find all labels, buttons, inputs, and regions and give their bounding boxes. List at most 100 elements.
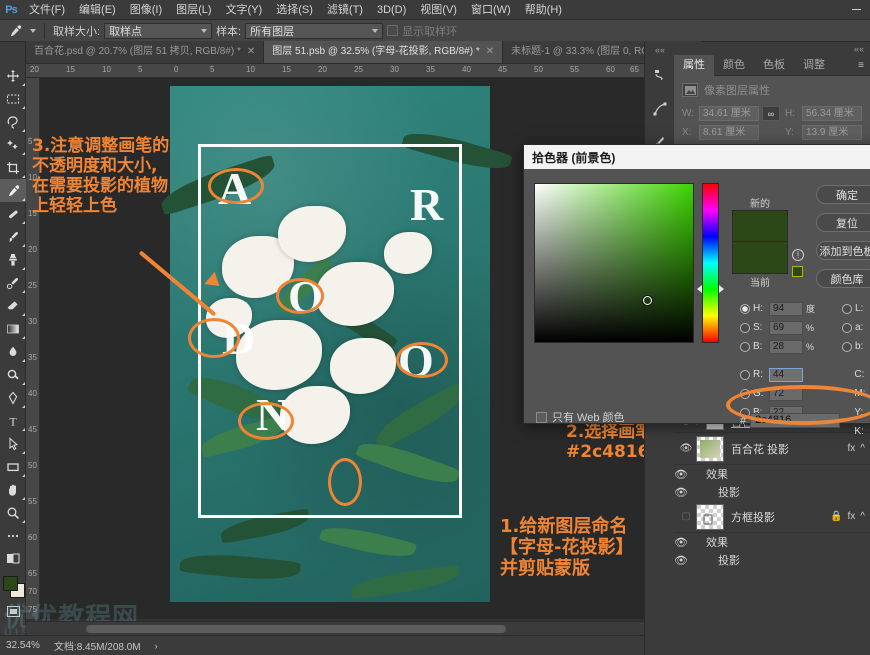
show-sampling-ring-checkbox[interactable] [387,25,398,36]
lab-b-row[interactable]: b: 26 [842,339,870,354]
fx-icon[interactable]: fx [848,443,856,454]
menu-select[interactable]: 选择(S) [269,0,320,20]
eyedropper-tool[interactable] [0,179,26,202]
quick-selection-tool[interactable] [0,133,26,156]
paths-panel-icon[interactable] [645,92,675,126]
horizontal-scrollbar[interactable] [26,621,644,635]
crop-tool[interactable] [0,156,26,179]
green-input[interactable]: 72 [769,387,803,401]
visibility-icon[interactable]: ▢ [676,511,696,522]
eraser-tool[interactable] [0,294,26,317]
layer-effects-group[interactable]: 👁 效果 [674,465,870,483]
minimize-button[interactable] [842,0,870,20]
move-tool[interactable] [0,64,26,87]
path-selection-tool[interactable] [0,432,26,455]
x-field[interactable]: 8.61 厘米 [699,125,759,140]
saturation-brightness-field[interactable] [534,183,694,343]
color-libraries-button[interactable]: 颜色库 [816,269,870,288]
layer-effect-dropshadow[interactable]: 👁 投影 [674,483,870,501]
rectangle-tool[interactable] [0,455,26,478]
visibility-icon[interactable]: 👁 [674,554,718,567]
eyedropper-icon[interactable] [4,22,26,40]
hue-input[interactable]: 94 [769,302,803,316]
tab-color[interactable]: 颜色 [714,55,754,76]
green-radio[interactable] [740,389,750,399]
brush-tool[interactable] [0,225,26,248]
dock-collapse-handle[interactable]: «« [645,44,675,56]
saturation-radio[interactable] [740,323,750,333]
menu-view[interactable]: 视图(V) [413,0,464,20]
color-swatches[interactable] [0,574,26,602]
type-tool[interactable]: T [0,409,26,432]
gradient-tool[interactable] [0,317,26,340]
tab-swatches[interactable]: 色板 [754,55,794,76]
lasso-tool[interactable] [0,110,26,133]
menu-layer[interactable]: 图层(L) [169,0,218,20]
dock-grip[interactable]: «« [674,42,870,55]
more-tools-icon[interactable] [0,524,26,547]
quickmask-toggle[interactable] [0,547,26,570]
fx-icon[interactable]: fx [848,511,856,522]
red-input[interactable]: 44 [769,368,803,382]
blur-tool[interactable] [0,340,26,363]
layer-row-fangkuang-touying[interactable]: ▢ 方框投影 🔒 fx ^ [674,501,870,533]
height-field[interactable]: 56.34 厘米 [802,106,862,121]
lab-l-radio[interactable] [842,304,852,314]
zoom-level[interactable]: 32.54% [6,640,40,651]
history-panel-icon[interactable] [645,58,675,92]
y-field[interactable]: 13.9 厘米 [802,125,862,140]
web-colors-only-checkbox[interactable] [536,412,547,423]
foreground-color-swatch[interactable] [3,576,18,591]
status-expand-icon[interactable]: › [155,641,158,651]
menu-3d[interactable]: 3D(D) [370,0,413,20]
menu-image[interactable]: 图像(I) [123,0,169,20]
dodge-tool[interactable] [0,363,26,386]
layer-thumbnail[interactable] [696,504,724,530]
menu-help[interactable]: 帮助(H) [518,0,569,20]
menu-filter[interactable]: 滤镜(T) [320,0,370,20]
hex-input[interactable]: 2c4816 [750,413,840,428]
brightness-radio[interactable] [740,342,750,352]
layer-name[interactable]: 方框投影 [731,509,775,525]
brightness-input[interactable]: 28 [769,340,803,354]
menu-edit[interactable]: 编辑(E) [72,0,123,20]
hand-tool[interactable] [0,478,26,501]
add-to-swatches-button[interactable]: 添加到色板 [816,241,870,260]
menu-type[interactable]: 文字(Y) [219,0,270,20]
reset-button[interactable]: 复位 [816,213,870,232]
layer-thumbnail[interactable] [696,436,724,462]
close-icon[interactable]: ✕ [486,41,494,63]
document-tab-2[interactable]: 图层 51.psb @ 32.5% (字母-花投影, RGB/8#) * ✕ [264,41,503,63]
healing-brush-tool[interactable] [0,202,26,225]
layer-effects-group-2[interactable]: 👁 效果 [674,533,870,551]
visibility-icon[interactable]: 👁 [676,443,696,454]
lab-l-row[interactable]: L: 27 [842,301,870,316]
new-color-swatch[interactable] [732,210,788,242]
web-safe-warning-icon[interactable] [792,266,803,277]
yellow-row[interactable]: Y: 100 [842,405,870,420]
chevron-up-icon[interactable]: ^ [860,511,865,522]
lab-b-radio[interactable] [842,342,852,352]
sample-select[interactable]: 所有图层 [245,23,383,39]
close-icon[interactable]: ✕ [247,41,255,63]
cyan-row[interactable]: C: 82 [842,367,870,382]
layer-row-baihehua-touying[interactable]: 👁 百合花 投影 fx ^ [674,433,870,465]
red-radio[interactable] [740,370,750,380]
saturation-input[interactable]: 69 [769,321,803,335]
menu-file[interactable]: 文件(F) [22,0,72,20]
tool-preset-caret-icon[interactable] [30,29,36,33]
color-picker-dialog[interactable]: 拾色器 (前景色) 新的 当前 ! 确定 复位 添加到色板 [523,144,870,424]
web-colors-only-row[interactable]: 只有 Web 颜色 [536,409,625,425]
hue-slider[interactable] [702,183,719,343]
width-field[interactable]: 34.61 厘米 [699,106,759,121]
lab-a-radio[interactable] [842,323,852,333]
lock-icon[interactable]: 🔒 [830,511,842,522]
magenta-row[interactable]: M: 60 [842,386,870,401]
layer-effect-dropshadow-2[interactable]: 👁 投影 [674,551,870,569]
visibility-icon[interactable]: 👁 [674,536,706,549]
sample-size-select[interactable]: 取样点 [104,23,212,39]
tab-properties[interactable]: 属性 [674,55,714,76]
link-icon[interactable]: ∞ [762,106,780,121]
menu-window[interactable]: 窗口(W) [464,0,518,20]
document-tab-1[interactable]: 百合花.psd @ 20.7% (图层 51 拷贝, RGB/8#) * ✕ [26,41,264,63]
